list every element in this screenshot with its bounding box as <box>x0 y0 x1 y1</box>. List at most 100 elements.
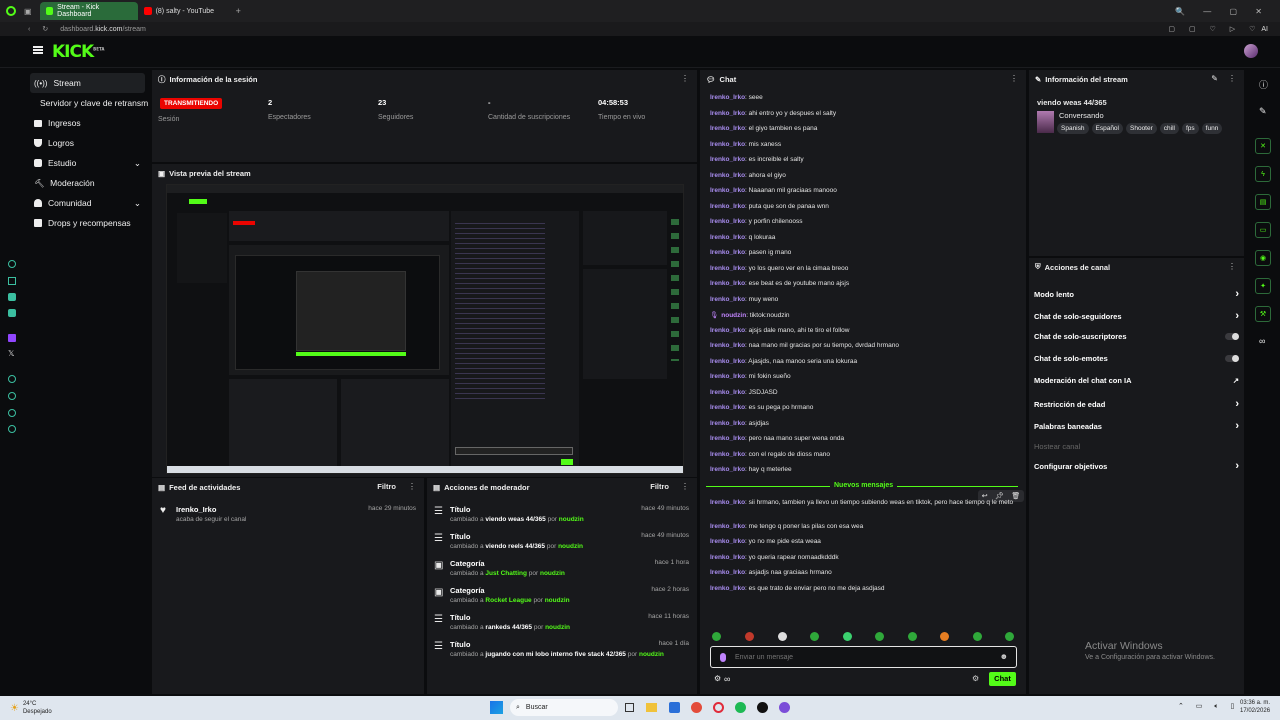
explorer-icon[interactable] <box>646 703 657 712</box>
chat-message[interactable]: Irenko_Irko: mis xaness <box>710 141 1020 148</box>
chat-username[interactable]: Irenko_Irko <box>710 327 745 334</box>
stream-tag[interactable]: fps <box>1181 123 1199 134</box>
chat-message[interactable]: Irenko_Irko: me tengo q poner las pilas … <box>710 523 1020 530</box>
chat-message[interactable]: 🎙︎ noudzin: tiktok:noudzin <box>710 311 1020 319</box>
rail-action-icon[interactable]: ✕ <box>1255 138 1271 154</box>
chat-username[interactable]: Irenko_Irko <box>710 234 745 241</box>
emote[interactable] <box>778 632 787 641</box>
chat-username[interactable]: Irenko_Irko <box>710 172 745 179</box>
chat-username[interactable]: Irenko_Irko <box>710 389 745 396</box>
chevron-right-icon[interactable]: › <box>1235 398 1239 410</box>
chat-username[interactable]: Irenko_Irko <box>710 296 745 303</box>
chat-message[interactable]: Irenko_Irko: asjdjas <box>710 420 1020 427</box>
mod-action-user[interactable]: noudzin <box>639 651 664 658</box>
channel-action-item[interactable]: Chat de solo-seguidores › <box>1034 310 1239 322</box>
toggle-switch[interactable] <box>1225 333 1239 340</box>
chat-username[interactable]: Irenko_Irko <box>710 499 745 506</box>
chat-username[interactable]: Irenko_Irko <box>710 451 745 458</box>
chat-username[interactable]: Irenko_Irko <box>710 373 745 380</box>
chat-tools-icon[interactable]: ⚙︎ <box>714 674 721 683</box>
filter-button[interactable]: Filtro <box>650 482 669 491</box>
tab-list-icon[interactable]: ▣ <box>24 7 32 16</box>
more-options-icon[interactable]: ⋮ <box>681 482 689 491</box>
chat-username[interactable]: Irenko_Irko <box>710 404 745 411</box>
rail-doc-icon[interactable]: ▤ <box>1255 194 1271 210</box>
browser-toolbar-icons[interactable]: ▢ ▢ ♡ ▷ ♡ <box>1168 25 1261 33</box>
infinity-icon[interactable]: ∞ <box>724 674 730 684</box>
spotify-icon[interactable] <box>735 702 746 713</box>
chat-username[interactable]: Irenko_Irko <box>710 538 745 545</box>
browser-logo-icon[interactable] <box>6 6 16 16</box>
chat-message[interactable]: Irenko_Irko: con el regalo de dioss mano <box>710 451 1020 458</box>
emote[interactable] <box>875 632 884 641</box>
start-icon[interactable] <box>490 701 503 714</box>
back-icon[interactable]: ‹ <box>28 26 30 33</box>
chevron-right-icon[interactable]: › <box>1235 288 1239 300</box>
chat-username[interactable]: Irenko_Irko <box>710 156 745 163</box>
stream-tag[interactable]: funn <box>1201 123 1223 134</box>
sidebar-item-logros[interactable]: Logros <box>30 133 145 153</box>
more-options-icon[interactable]: ⋮ <box>1228 74 1236 83</box>
chat-username[interactable]: Irenko_Irko <box>710 125 745 132</box>
emote[interactable] <box>973 632 982 641</box>
sidebar-item-moderacion[interactable]: 🔨︎ Moderación <box>30 173 145 193</box>
channel-action-item[interactable]: Configurar objetivos › <box>1034 460 1239 472</box>
chevron-right-icon[interactable]: › <box>1235 420 1239 432</box>
mod-action-user[interactable]: noudzin <box>559 516 584 523</box>
chat-message[interactable]: Irenko_Irko: ahi entro yo y despues el s… <box>710 110 1020 117</box>
sidebar-item-comunidad[interactable]: Comunidad ⌄ <box>30 193 145 213</box>
chat-username[interactable]: Irenko_Irko <box>710 203 745 210</box>
hamburger-menu-icon[interactable] <box>33 46 43 54</box>
chevron-right-icon[interactable]: › <box>1235 310 1239 322</box>
rail-link-icon[interactable]: ∞ <box>1259 336 1265 346</box>
chrome-icon[interactable] <box>691 702 702 713</box>
chat-username[interactable]: Irenko_Irko <box>710 218 745 225</box>
chat-message[interactable]: Irenko_Irko: ahora el giyo <box>710 172 1020 179</box>
chat-username[interactable]: Irenko_Irko <box>710 523 745 530</box>
more-options-icon[interactable]: ⋮ <box>408 482 416 491</box>
chat-message[interactable]: Irenko_Irko: mi fokin sueño <box>710 373 1020 380</box>
chat-username[interactable]: Irenko_Irko <box>710 358 745 365</box>
mod-action-user[interactable]: noudzin <box>545 624 570 631</box>
chat-message[interactable]: Irenko_Irko: es su pega po hrmano <box>710 404 1020 411</box>
chat-username[interactable]: Irenko_Irko <box>710 342 745 349</box>
chat-username[interactable]: Irenko_Irko <box>710 94 745 101</box>
chat-username[interactable]: noudzin <box>721 312 746 319</box>
more-options-icon[interactable]: ⋮ <box>681 74 689 83</box>
toggle-switch[interactable] <box>1225 355 1239 362</box>
stream-tag[interactable]: chill <box>1159 123 1179 134</box>
chat-message[interactable]: Irenko_Irko: yo los quero ver en la cima… <box>710 265 1020 272</box>
edit-rail-icon[interactable]: ✎ <box>1259 106 1267 117</box>
chat-username[interactable]: Irenko_Irko <box>710 554 745 561</box>
ai-button[interactable]: AI <box>1261 26 1268 33</box>
stream-tag[interactable]: Español <box>1091 123 1123 134</box>
send-chat-button[interactable]: Chat <box>989 672 1016 686</box>
more-options-icon[interactable]: ⋮ <box>1228 262 1236 271</box>
channel-action-item[interactable]: Palabras baneadas › <box>1034 420 1239 432</box>
rail-chat-icon[interactable]: ▭ <box>1255 222 1271 238</box>
mod-action-user[interactable]: noudzin <box>558 543 583 550</box>
chat-username[interactable]: Irenko_Irko <box>710 466 745 473</box>
chat-username[interactable]: Irenko_Irko <box>710 249 745 256</box>
browser-tab-kick[interactable]: Stream - Kick Dashboard <box>39 2 138 20</box>
weather-widget[interactable]: 24°C Despejado <box>23 700 52 716</box>
channel-action-item[interactable]: Moderación del chat con IA ↗ <box>1034 376 1239 385</box>
emote[interactable] <box>908 632 917 641</box>
chat-username[interactable]: Irenko_Irko <box>710 141 745 148</box>
chat-input[interactable] <box>735 651 985 664</box>
reload-icon[interactable]: ↻ <box>42 25 48 33</box>
chat-message[interactable]: Irenko_Irko: ese beat es de youtube mano… <box>710 280 1020 287</box>
rail-pin-icon[interactable]: ✦ <box>1255 278 1271 294</box>
opera-icon[interactable] <box>713 702 724 713</box>
chat-message[interactable]: Irenko_Irko: puta que son de panaa wnn <box>710 203 1020 210</box>
twitch-icon[interactable] <box>8 334 16 342</box>
chevron-right-icon[interactable]: › <box>1235 460 1239 472</box>
chat-message[interactable]: Irenko_Irko: asjadjs naa graciaas hrmano <box>710 569 1020 576</box>
new-messages-label[interactable]: Nuevos mensajes <box>830 482 898 489</box>
chat-message[interactable]: Irenko_Irko: pero naa mano super wena on… <box>710 435 1020 442</box>
more-options-icon[interactable]: ⋮ <box>1010 74 1018 83</box>
rail-icon-8[interactable] <box>8 425 16 433</box>
chat-message[interactable]: Irenko_Irko: JSDJASD <box>710 389 1020 396</box>
user-avatar[interactable] <box>1244 44 1258 58</box>
chat-message[interactable]: Irenko_Irko: ajsjs dale mano, ahi te tir… <box>710 327 1020 334</box>
